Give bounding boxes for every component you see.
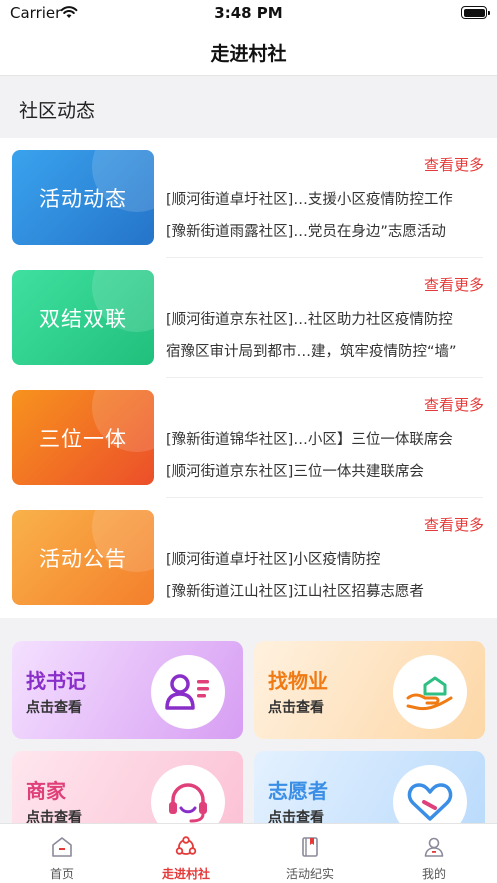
tab-label: 活动纪实: [285, 867, 334, 881]
tab-profile[interactable]: 我的: [372, 824, 496, 883]
card-title: 找物业: [268, 669, 328, 693]
news-tile-label: 双结双联: [39, 306, 127, 331]
news-item[interactable]: [顺河街道京东社区]三位一体共建联席会: [166, 460, 483, 481]
news-item[interactable]: [豫新街道锦华社区]…小区】三位一体联席会: [166, 428, 483, 449]
news-card-activity[interactable]: 活动动态 查看更多 [顺河街道卓圩社区]…支援小区疫情防控工作 [豫新街道雨露社…: [0, 138, 497, 258]
news-card-announcement[interactable]: 活动公告 查看更多 [顺河街道卓圩社区]小区疫情防控 [豫新街道江山社区]江山社…: [0, 498, 497, 618]
news-item[interactable]: [豫新街道江山社区]江山社区招募志愿者: [166, 580, 483, 601]
tab-activity-records[interactable]: 活动纪实: [248, 824, 372, 883]
news-card-pairing[interactable]: 双结双联 查看更多 [顺河街道京东社区]…社区助力社区疫情防控 宿豫区审计局到都…: [0, 258, 497, 378]
news-tile[interactable]: 活动动态: [12, 150, 154, 245]
book-icon: [302, 837, 318, 857]
home-icon: [52, 837, 72, 857]
clock: 3:48 PM: [214, 4, 283, 22]
news-tile-label: 活动动态: [39, 186, 127, 211]
view-more-link[interactable]: 查看更多: [424, 154, 484, 175]
news-tile-label: 三位一体: [39, 426, 127, 451]
news-item[interactable]: [顺河街道京东社区]…社区助力社区疫情防控: [166, 308, 483, 329]
navigation-bar: 走进村社: [0, 28, 497, 76]
card-subtitle: 点击查看: [268, 700, 324, 716]
news-card-trinity[interactable]: 三位一体 查看更多 [豫新街道锦华社区]…小区】三位一体联席会 [顺河街道京东社…: [0, 378, 497, 498]
news-item[interactable]: [顺河街道卓圩社区]小区疫情防控: [166, 548, 483, 569]
find-property-card[interactable]: 找物业 点击查看: [254, 641, 485, 739]
view-more-link[interactable]: 查看更多: [424, 394, 484, 415]
card-title: 志愿者: [268, 779, 328, 803]
news-tile[interactable]: 活动公告: [12, 510, 154, 605]
news-item[interactable]: [豫新街道雨露社区]…党员在身边”志愿活动: [166, 220, 483, 241]
card-title: 找书记: [26, 669, 86, 693]
news-panel: 活动动态 查看更多 [顺河街道卓圩社区]…支援小区疫情防控工作 [豫新街道雨露社…: [0, 138, 497, 618]
card-title: 商家: [26, 779, 66, 803]
news-tile[interactable]: 三位一体: [12, 390, 154, 485]
tab-label: 走进村社: [161, 867, 210, 881]
news-item[interactable]: 宿豫区审计局到都市…建，筑牢疫情防控“墙”: [166, 340, 483, 361]
person-card-icon: [151, 655, 225, 729]
tab-label: 首页: [49, 867, 74, 881]
view-more-link[interactable]: 查看更多: [424, 514, 484, 535]
section-title: 社区动态: [19, 100, 96, 122]
news-tile[interactable]: 双结双联: [12, 270, 154, 365]
news-tile-label: 活动公告: [39, 546, 127, 571]
view-more-link[interactable]: 查看更多: [424, 274, 484, 295]
find-secretary-card[interactable]: 找书记 点击查看: [12, 641, 243, 739]
community-icon: [175, 836, 197, 855]
battery-icon: [461, 6, 490, 19]
tab-bar: 首页 走进村社 活动纪实 我的: [0, 823, 497, 883]
page-title: 走进村社: [210, 43, 287, 65]
tab-home[interactable]: 首页: [0, 824, 124, 883]
tab-community[interactable]: 走进村社: [124, 824, 248, 883]
card-subtitle: 点击查看: [26, 700, 82, 716]
profile-icon: [424, 837, 444, 857]
tab-label: 我的: [421, 867, 446, 881]
news-item[interactable]: [顺河街道卓圩社区]…支援小区疫情防控工作: [166, 188, 483, 209]
house-hand-icon: [393, 655, 467, 729]
status-bar: Carrier 3:48 PM: [0, 0, 497, 28]
